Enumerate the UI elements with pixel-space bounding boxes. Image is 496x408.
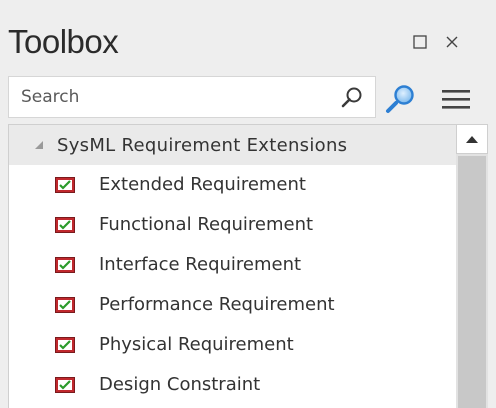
toolbox-item-performance-requirement[interactable]: Performance Requirement — [9, 285, 456, 325]
toolbox-item-interface-requirement[interactable]: Interface Requirement — [9, 245, 456, 285]
toolbox-item-label: Interface Requirement — [99, 254, 302, 275]
restore-icon — [413, 35, 427, 49]
requirement-icon — [55, 297, 75, 313]
group-label: SysML Requirement Extensions — [57, 135, 348, 156]
close-icon — [446, 36, 458, 48]
search-box — [8, 76, 376, 118]
find-magnifier-icon[interactable] — [384, 82, 418, 116]
magnifier-icon[interactable] — [339, 85, 365, 111]
scroll-up-button[interactable] — [456, 124, 488, 154]
restore-button[interactable] — [408, 30, 432, 54]
window-title: Toolbox — [8, 23, 119, 60]
requirement-icon — [55, 377, 75, 393]
toolbox-item-extended-requirement[interactable]: Extended Requirement — [9, 165, 456, 205]
toolbox-panel: SysML Requirement Extensions Extended Re… — [8, 124, 456, 408]
toolbox-item-label: Physical Requirement — [99, 334, 294, 355]
toolbox-item-label: Functional Requirement — [99, 214, 314, 235]
collapse-triangle-icon[interactable] — [33, 139, 45, 151]
group-header-sysml-requirement-extensions[interactable]: SysML Requirement Extensions — [9, 125, 456, 165]
close-button[interactable] — [440, 30, 464, 54]
requirement-icon — [55, 337, 75, 353]
toolbox-item-design-constraint[interactable]: Design Constraint — [9, 365, 456, 405]
toolbox-item-label: Extended Requirement — [99, 174, 306, 195]
search-row — [0, 76, 496, 120]
toolbox-item-label: Design Constraint — [99, 374, 261, 395]
requirement-icon — [55, 257, 75, 273]
toolbox-item-label: Performance Requirement — [99, 294, 335, 315]
toolbox-item-physical-requirement[interactable]: Physical Requirement — [9, 325, 456, 365]
scrollbar-thumb[interactable] — [458, 156, 486, 408]
requirement-icon — [55, 177, 75, 193]
hamburger-menu-icon[interactable] — [440, 86, 472, 112]
search-input[interactable] — [21, 77, 321, 117]
toolbox-item-list: Extended Requirement Functional Requirem… — [9, 165, 456, 405]
requirement-icon — [55, 217, 75, 233]
toolbox-titlebar: Toolbox — [0, 0, 496, 70]
toolbox-item-functional-requirement[interactable]: Functional Requirement — [9, 205, 456, 245]
arrow-up-icon — [466, 136, 478, 143]
vertical-scrollbar[interactable] — [456, 124, 488, 408]
